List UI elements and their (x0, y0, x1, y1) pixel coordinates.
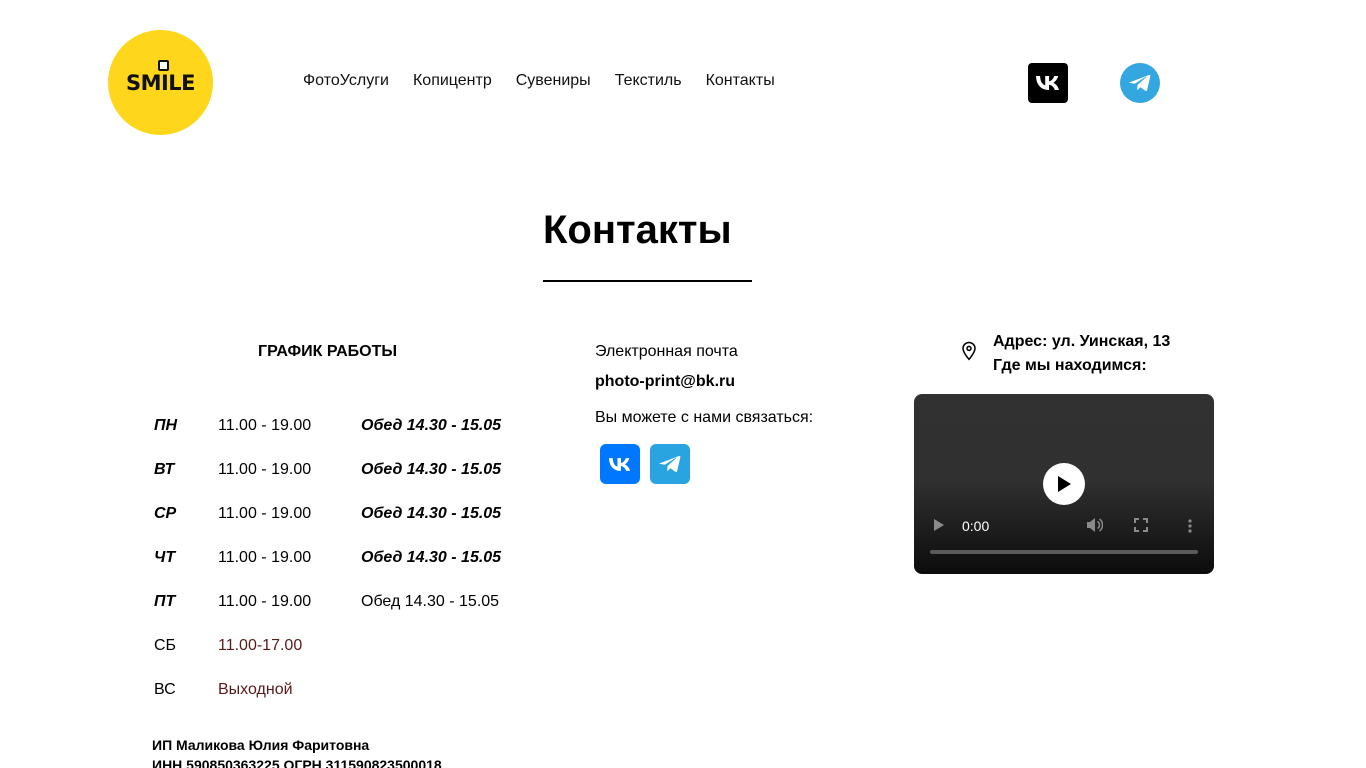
location-video[interactable]: 0:00 (914, 394, 1214, 574)
schedule-hours: 11.00-17.00 (218, 637, 303, 654)
schedule-lunch: Обед 14.30 - 15.05 (361, 461, 502, 478)
fullscreen-icon[interactable] (1134, 518, 1148, 532)
nav-item-photo-services[interactable]: ФотоУслуги (303, 72, 389, 90)
legal-ids: ИНН 590850363225 ОГРН 311590823500018 (152, 757, 442, 768)
video-progress-bar[interactable] (930, 550, 1198, 554)
vk-icon (609, 457, 631, 471)
schedule-day: ПН (154, 417, 178, 434)
video-control-play-icon[interactable] (932, 518, 946, 532)
schedule-lunch: Обед 14.30 - 15.05 (361, 417, 502, 434)
schedule-day: СБ (154, 637, 177, 654)
schedule-lunch: Обед 14.30 - 15.05 (361, 505, 502, 522)
more-options-icon[interactable] (1186, 518, 1194, 534)
schedule-hours: 11.00 - 19.00 (218, 593, 312, 610)
schedule-hours: 11.00 - 19.00 (218, 417, 312, 434)
volume-icon[interactable] (1086, 517, 1103, 533)
contact-label: Вы можете с нами связаться: (595, 409, 814, 426)
main-nav: ФотоУслуги Копицентр Сувениры Текстиль К… (303, 72, 775, 90)
schedule-day: ВТ (154, 461, 175, 478)
header-telegram-button[interactable] (1120, 63, 1160, 103)
address-block: Адрес: ул. Уинская, 13 Где мы находимся: (993, 330, 1170, 378)
schedule-day: ПТ (154, 593, 176, 610)
video-play-button[interactable] (1043, 463, 1085, 505)
contact-vk-button[interactable] (600, 444, 640, 484)
schedule-lunch: Обед 14.30 - 15.05 (361, 549, 502, 566)
logo-text: SMILE (125, 70, 196, 95)
email-link[interactable]: photo-print@bk.ru (595, 373, 735, 391)
schedule-hours: 11.00 - 19.00 (218, 505, 312, 522)
schedule-day: ЧТ (154, 549, 176, 566)
contact-telegram-button[interactable] (650, 444, 690, 484)
schedule-hours: 11.00 - 19.00 (218, 549, 312, 566)
logo[interactable]: SMILE (108, 30, 213, 135)
address-text: Адрес: ул. Уинская, 13 (993, 333, 1171, 350)
telegram-icon (1129, 74, 1151, 92)
schedule-hours: Выходной (218, 681, 293, 698)
nav-item-copy-center[interactable]: Копицентр (413, 72, 492, 90)
nav-item-contacts[interactable]: Контакты (706, 72, 775, 90)
schedule-title: ГРАФИК РАБОТЫ (258, 343, 398, 360)
title-divider (543, 280, 752, 282)
location-pin-icon (962, 341, 976, 361)
where-label: Где мы находимся: (993, 357, 1147, 374)
schedule-hours: 11.00 - 19.00 (218, 461, 312, 478)
video-time: 0:00 (962, 518, 990, 534)
nav-item-textile[interactable]: Текстиль (615, 72, 682, 90)
nav-item-souvenirs[interactable]: Сувениры (516, 72, 591, 90)
schedule-lunch: Обед 14.30 - 15.05 (361, 593, 500, 610)
page-title: Контакты (543, 208, 732, 252)
legal-info: ИП Маликова Юлия Фаритовна ИНН 590850363… (152, 735, 442, 768)
header-vk-button[interactable] (1028, 63, 1068, 103)
schedule-day: СР (154, 505, 177, 522)
schedule-day: ВС (154, 681, 176, 698)
telegram-icon (659, 455, 681, 473)
email-label: Электронная почта (595, 343, 738, 360)
legal-name: ИП Маликова Юлия Фаритовна (152, 737, 370, 753)
play-icon (1058, 476, 1071, 492)
vk-icon (1036, 76, 1059, 90)
logo-dot-icon (158, 60, 169, 71)
